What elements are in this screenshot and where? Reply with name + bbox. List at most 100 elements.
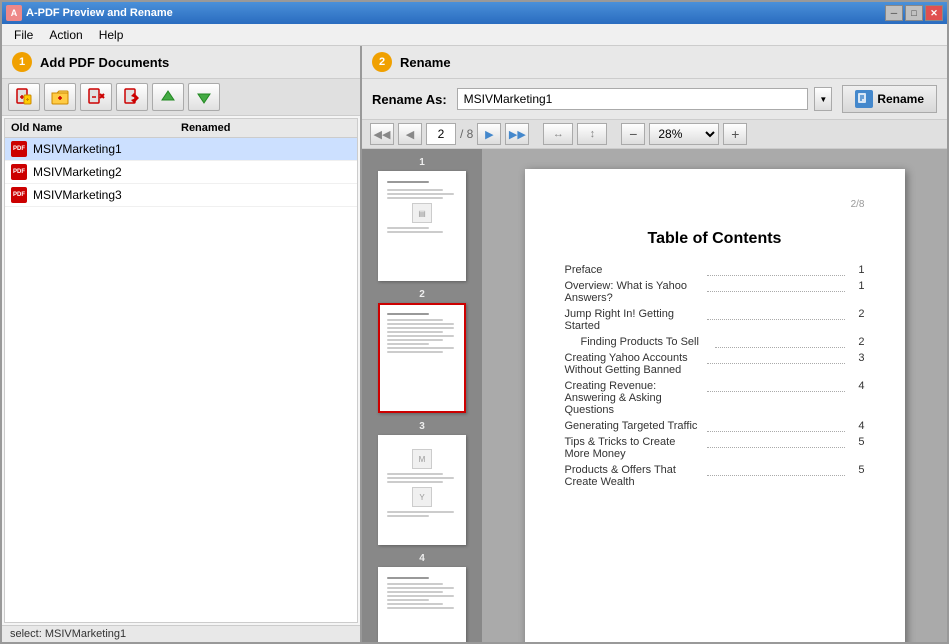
rename-bar: Rename As: ▼ Rename [362,79,947,120]
page-separator: / 8 [460,127,473,141]
rename-as-label: Rename As: [372,92,447,107]
minimize-button[interactable]: ─ [885,5,903,21]
rename-input[interactable] [457,88,809,110]
toc-page-9: 5 [849,464,865,488]
col-renamed: Renamed [181,122,351,134]
toc-entry-2: Overview: What is Yahoo Answers? 1 [565,280,865,304]
close-button[interactable]: ✕ [925,5,943,21]
toc-entry-3: Jump Right In! Getting Started 2 [565,308,865,332]
file-list: Old Name Renamed PDF MSIVMarketing1 PDF … [4,118,358,623]
thumbnail-2-label: 2 [419,289,425,300]
pdf-preview: 2/8 Table of Contents Preface 1 Overview… [482,149,947,642]
toc-entry-5: Creating Yahoo Accounts Without Getting … [565,352,865,376]
thumbnail-1[interactable]: 1 ▤ [368,157,476,281]
toc-entry-7: Generating Targeted Traffic 4 [565,420,865,432]
menu-help[interactable]: Help [91,26,132,44]
thumbnail-2-page [378,303,466,413]
pdf-icon-2: PDF [11,164,27,180]
toc-page-6: 4 [849,380,865,416]
pdf-page-number: 2/8 [565,199,865,210]
fit-height-button[interactable]: ↕ [577,123,607,145]
left-panel-header: 1 Add PDF Documents [2,46,360,79]
file-name-1: MSIVMarketing1 [33,142,351,156]
clear-button[interactable] [116,83,148,111]
thumbnail-4-page [378,567,466,642]
left-panel: 1 Add PDF Documents [2,46,362,642]
preview-area: ◀ 1 ▤ [362,149,947,642]
thumbnail-2[interactable]: 2 [368,289,476,413]
thumbnail-4[interactable]: 4 [368,553,476,642]
toc-entry-1: Preface 1 [565,264,865,276]
col-old-name: Old Name [11,122,181,134]
toc-text-8: Tips & Tricks to Create More Money [565,436,703,460]
thumbnail-4-label: 4 [419,553,425,564]
toc-text-2: Overview: What is Yahoo Answers? [565,280,703,304]
zoom-out-button[interactable]: − [621,123,645,145]
toc-text-1: Preface [565,264,703,276]
window-title: A-PDF Preview and Rename [26,7,885,19]
list-item[interactable]: PDF MSIVMarketing1 [5,138,357,161]
main-content: 1 Add PDF Documents [2,46,947,642]
section-number-1: 1 [12,52,32,72]
move-up-button[interactable] [152,83,184,111]
toc-page-4: 2 [849,336,865,348]
thumbnail-3-label: 3 [419,421,425,432]
add-file-button[interactable] [8,83,40,111]
toc-entry-8: Tips & Tricks to Create More Money 5 [565,436,865,460]
rename-button-label: Rename [877,92,924,106]
menu-action[interactable]: Action [41,26,90,44]
main-window: A A-PDF Preview and Rename ─ □ ✕ File Ac… [0,0,949,644]
status-text: select: MSIVMarketing1 [10,628,126,640]
toc-title: Table of Contents [565,230,865,248]
app-icon: A [6,5,22,21]
next-page-button[interactable]: ▶ [477,123,501,145]
thumbnail-3-page: M Y [378,435,466,545]
toc-page-2: 1 [849,280,865,304]
rename-button-icon [855,90,873,108]
list-item[interactable]: PDF MSIVMarketing3 [5,184,357,207]
left-panel-title: Add PDF Documents [40,55,169,70]
zoom-in-button[interactable]: + [723,123,747,145]
toc-text-9: Products & Offers That Create Wealth [565,464,703,488]
first-page-button[interactable]: ◀◀ [370,123,394,145]
thumbnail-1-page: ▤ [378,171,466,281]
section-number-2: 2 [372,52,392,72]
toc-text-3: Jump Right In! Getting Started [565,308,703,332]
toc-page-8: 5 [849,436,865,460]
thumbnail-3[interactable]: 3 M Y [368,421,476,545]
move-down-button[interactable] [188,83,220,111]
toc-page-5: 3 [849,352,865,376]
rename-button[interactable]: Rename [842,85,937,113]
rename-dropdown-button[interactable]: ▼ [814,87,832,111]
toc-page-7: 4 [849,420,865,432]
thumbnail-panel: ◀ 1 ▤ [362,149,482,642]
thumbnail-1-label: 1 [419,157,425,168]
zoom-select[interactable]: 28% 50% 75% 100% 125% 150% [649,123,719,145]
toc-text-5: Creating Yahoo Accounts Without Getting … [565,352,703,376]
prev-page-button[interactable]: ◀ [398,123,422,145]
right-panel-header: 2 Rename [362,46,947,79]
menu-file[interactable]: File [6,26,41,44]
preview-toolbar: ◀◀ ◀ / 8 ▶ ▶▶ ↔ ↕ − 28% 50% 75% 100% 125… [362,120,947,149]
toc-page-3: 2 [849,308,865,332]
toc-entry-9: Products & Offers That Create Wealth 5 [565,464,865,488]
pdf-page: 2/8 Table of Contents Preface 1 Overview… [525,169,905,642]
menu-bar: File Action Help [2,24,947,46]
title-bar: A A-PDF Preview and Rename ─ □ ✕ [2,2,947,24]
last-page-button[interactable]: ▶▶ [505,123,529,145]
window-controls: ─ □ ✕ [885,5,943,21]
add-folder-button[interactable] [44,83,76,111]
fit-width-button[interactable]: ↔ [543,123,573,145]
toc-text-7: Generating Targeted Traffic [565,420,703,432]
file-list-header: Old Name Renamed [5,119,357,138]
toc-entry-6: Creating Revenue: Answering & Asking Que… [565,380,865,416]
left-toolbar [2,79,360,116]
toc-text-4: Finding Products To Sell [565,336,711,348]
file-name-3: MSIVMarketing3 [33,188,351,202]
page-number-input[interactable] [426,123,456,145]
status-bar: select: MSIVMarketing1 [2,625,360,642]
maximize-button[interactable]: □ [905,5,923,21]
right-panel-title: Rename [400,55,451,70]
list-item[interactable]: PDF MSIVMarketing2 [5,161,357,184]
remove-button[interactable] [80,83,112,111]
